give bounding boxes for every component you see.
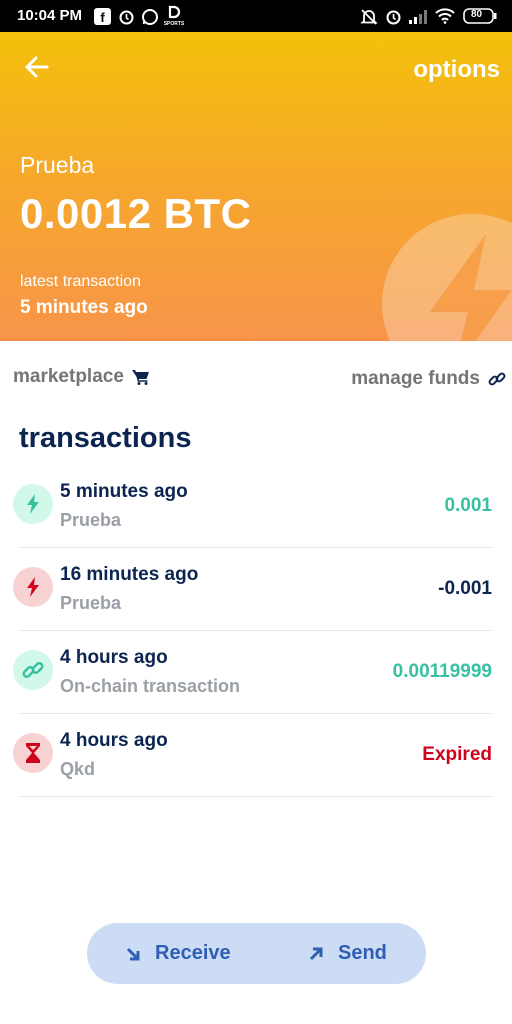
marketplace-label: marketplace (13, 366, 124, 387)
transaction-row[interactable]: 16 minutes ago Prueba -0.001 (0, 548, 492, 631)
manage-funds-label: manage funds (351, 368, 480, 389)
transaction-amount: 0.00119999 (392, 661, 492, 682)
latest-transaction-label: latest transaction (20, 273, 141, 290)
sports-app-icon: SPORTS (164, 5, 184, 27)
hourglass-icon (13, 733, 53, 773)
mute-notifications-icon (360, 8, 378, 26)
receive-label: Receive (155, 942, 231, 964)
lightning-icon (13, 484, 53, 524)
options-button[interactable]: options (413, 56, 500, 84)
transaction-row[interactable]: 4 hours ago Qkd Expired (0, 714, 492, 797)
action-bar: Receive Send (87, 923, 426, 984)
status-bar: 10:04 PM f SPORTS 80 (0, 0, 512, 32)
app-notification-icon: f (94, 8, 111, 25)
transaction-time: 4 hours ago (60, 647, 168, 668)
shopping-cart-icon (131, 370, 149, 385)
battery-icon: 80 (463, 8, 497, 24)
back-arrow-icon (25, 56, 49, 78)
transactions-heading: transactions (19, 422, 192, 454)
transaction-memo: Prueba (60, 510, 122, 530)
wallet-name: Prueba (20, 152, 95, 178)
arrow-down-right-icon (126, 947, 140, 960)
signal-icon (409, 9, 429, 24)
arrow-up-right-icon (309, 947, 323, 960)
transaction-status: Expired (422, 744, 492, 765)
link-icon (13, 650, 53, 690)
transaction-memo: Prueba (60, 593, 122, 613)
transactions-list: 5 minutes ago Prueba 0.001 16 minutes ag… (0, 465, 512, 797)
transaction-row[interactable]: 4 hours ago On-chain transaction 0.00119… (0, 631, 492, 714)
transaction-row[interactable]: 5 minutes ago Prueba 0.001 (0, 465, 492, 548)
status-time: 10:04 PM (17, 7, 83, 24)
receive-button[interactable]: Receive (125, 923, 231, 984)
battery-level: 80 (471, 9, 483, 20)
svg-text:f: f (100, 10, 105, 25)
wallet-header: options Prueba 0.0012 BTC latest transac… (0, 32, 512, 341)
whatsapp-icon (141, 8, 159, 26)
transaction-time: 5 minutes ago (60, 481, 188, 502)
latest-transaction-value: 5 minutes ago (20, 297, 148, 318)
transaction-time: 4 hours ago (60, 730, 168, 751)
back-button[interactable] (22, 52, 52, 82)
alarm-icon (118, 8, 135, 25)
send-button[interactable]: Send (308, 923, 387, 984)
lightning-icon (13, 567, 53, 607)
wallet-balance[interactable]: 0.0012 BTC (20, 190, 251, 238)
divider (19, 796, 492, 797)
transaction-amount: 0.001 (444, 495, 492, 516)
link-icon (488, 372, 506, 386)
alarm-icon (385, 8, 402, 25)
manage-funds-link[interactable]: manage funds (351, 368, 506, 390)
transaction-time: 16 minutes ago (60, 564, 199, 585)
transaction-amount: -0.001 (438, 578, 492, 599)
svg-text:SPORTS: SPORTS (164, 21, 184, 27)
send-label: Send (338, 942, 387, 964)
marketplace-link[interactable]: marketplace (13, 366, 150, 388)
transaction-memo: On-chain transaction (60, 676, 241, 696)
transaction-memo: Qkd (60, 759, 96, 779)
wifi-icon (435, 8, 455, 24)
lightning-watermark-icon (382, 214, 512, 341)
